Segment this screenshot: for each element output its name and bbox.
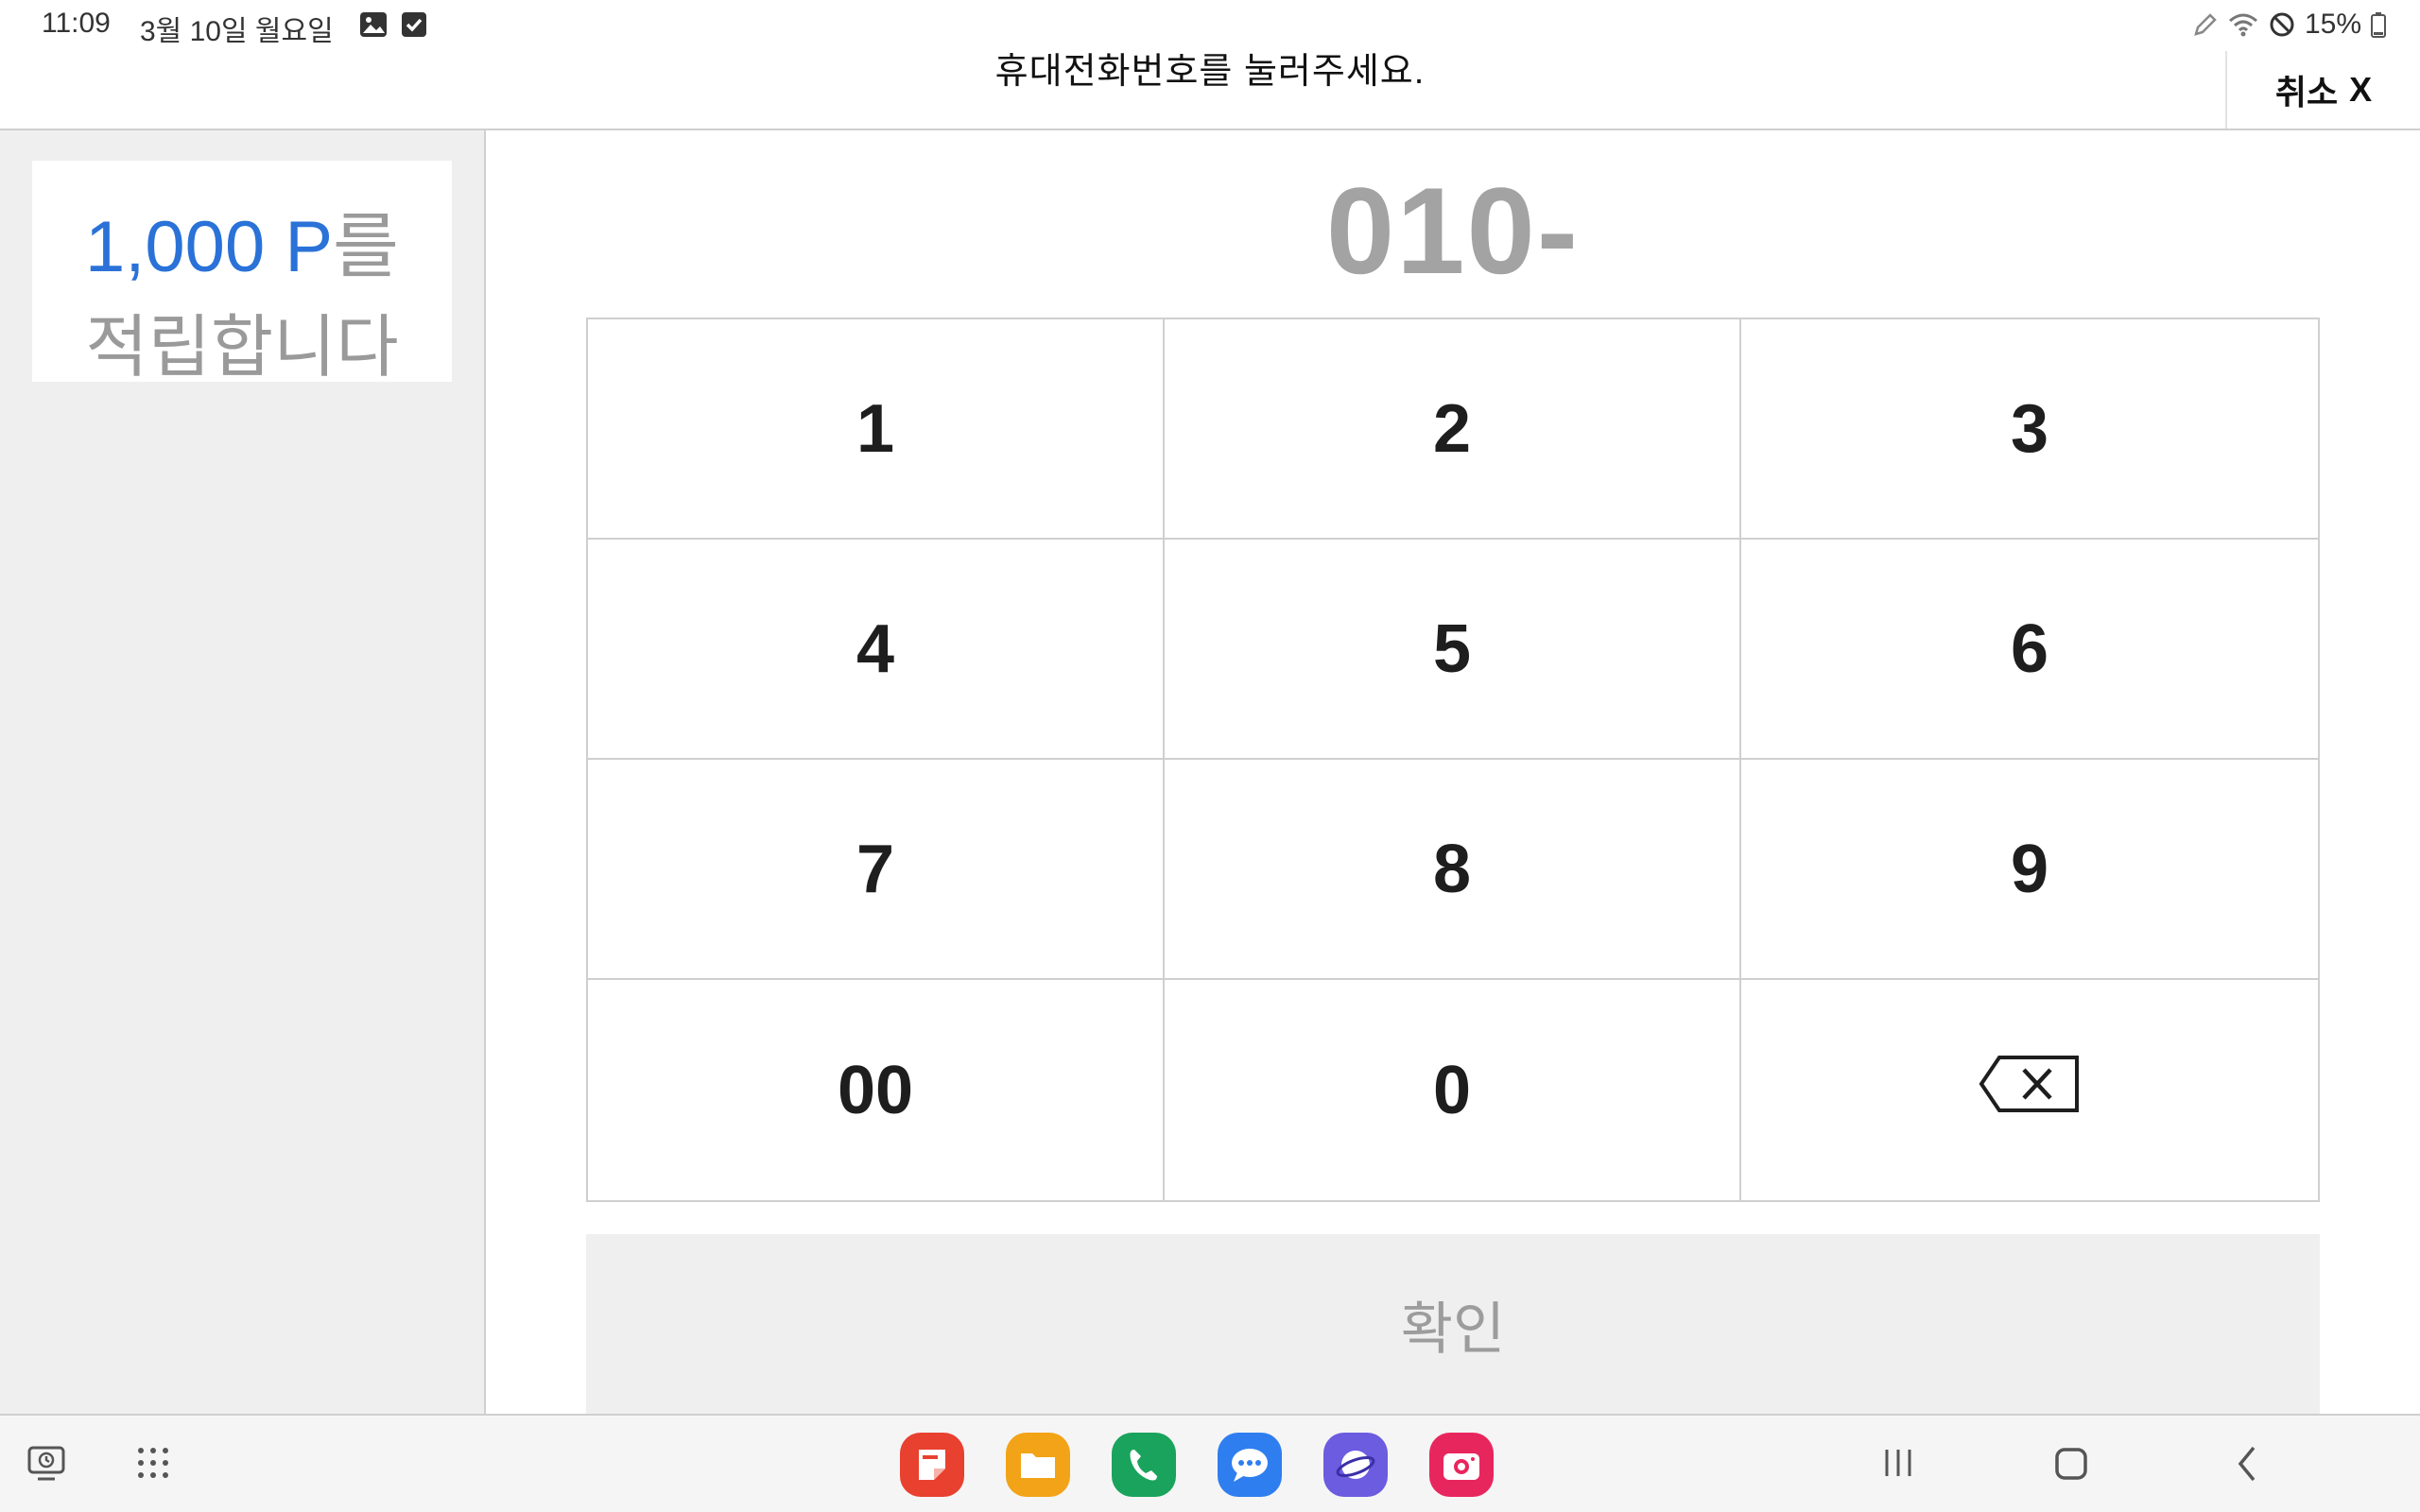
recents-button[interactable]	[1881, 1446, 1915, 1485]
key-6[interactable]: 6	[1741, 540, 2318, 760]
recent-screen-icon[interactable]	[26, 1444, 66, 1488]
key-8[interactable]: 8	[1165, 760, 1741, 980]
key-00[interactable]: 00	[588, 980, 1165, 1200]
confirm-button[interactable]: 확인	[586, 1234, 2320, 1414]
key-1[interactable]: 1	[588, 319, 1165, 540]
check-icon	[401, 11, 427, 38]
gallery-icon	[359, 11, 388, 38]
files-app-icon[interactable]	[1006, 1433, 1070, 1497]
page-title: 휴대전화번호를 눌러주세요.	[994, 52, 1426, 92]
left-panel: 1,000 P를 적립합니다	[0, 130, 484, 1414]
key-9[interactable]: 9	[1741, 760, 2318, 980]
phone-number-display: 010-	[1325, 162, 1581, 300]
back-button[interactable]	[2233, 1444, 2261, 1488]
key-3[interactable]: 3	[1741, 319, 2318, 540]
battery-icon	[2371, 11, 2386, 38]
key-4[interactable]: 4	[588, 540, 1165, 760]
status-right-group: 15%	[2193, 6, 2386, 43]
pen-icon	[2193, 12, 2218, 37]
number-keypad: 1 2 3 4 5 6 7 8 9 00 0	[586, 318, 2320, 1202]
key-0[interactable]: 0	[1165, 980, 1741, 1200]
wifi-icon	[2227, 11, 2259, 38]
app-root: 11:09 3월 10일 월요일 15% 휴대전화번호를 눌러주세요. 취소 X…	[0, 0, 2420, 1512]
backspace-key[interactable]	[1741, 980, 2318, 1200]
cancel-button[interactable]: 취소 X	[2227, 57, 2420, 123]
messages-app-icon[interactable]	[1218, 1433, 1282, 1497]
points-amount: 1,000 P	[85, 207, 334, 287]
points-card: 1,000 P를 적립합니다	[32, 161, 452, 382]
phone-app-icon[interactable]	[1112, 1433, 1176, 1497]
close-icon: X	[2349, 70, 2373, 109]
points-amount-line: 1,000 P를	[32, 212, 452, 284]
camera-app-icon[interactable]	[1429, 1433, 1494, 1497]
home-button[interactable]	[2053, 1446, 2089, 1486]
key-2[interactable]: 2	[1165, 319, 1741, 540]
battery-percent: 15%	[2304, 9, 2361, 40]
internet-app-icon[interactable]	[1323, 1433, 1388, 1497]
key-5[interactable]: 5	[1165, 540, 1741, 760]
do-not-disturb-icon	[2269, 11, 2295, 38]
status-time: 11:09	[42, 8, 111, 39]
points-message: 적립합니다	[85, 310, 399, 386]
main-panel: 010- 1 2 3 4 5 6 7 8 9 00 0 확인	[484, 129, 2418, 1414]
app-drawer-icon[interactable]	[136, 1446, 170, 1485]
backspace-icon	[1979, 1052, 2081, 1129]
key-7[interactable]: 7	[588, 760, 1165, 980]
cancel-label: 취소	[2274, 73, 2339, 112]
points-suffix: 를	[333, 207, 399, 287]
notes-app-icon[interactable]	[900, 1433, 964, 1497]
navigation-bar	[0, 1414, 2420, 1512]
